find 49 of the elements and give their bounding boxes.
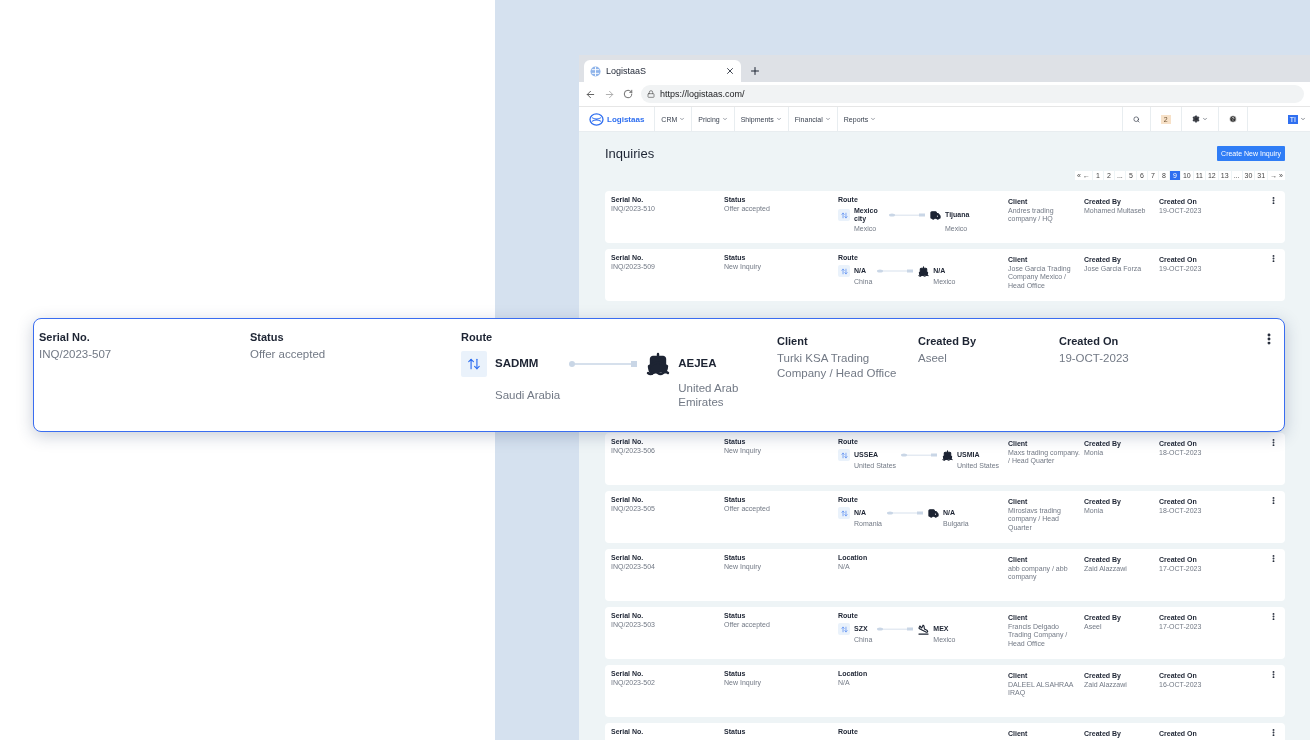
destination-country: United Arab Emirates bbox=[678, 380, 740, 410]
search-icon[interactable] bbox=[1132, 115, 1140, 123]
globe-icon bbox=[590, 65, 601, 77]
truck-icon bbox=[930, 209, 941, 221]
reload-icon[interactable] bbox=[623, 89, 633, 99]
client-name: Turki KSA Trading Company / Head Office bbox=[777, 350, 898, 382]
truck-icon bbox=[928, 507, 939, 519]
field-label: Status bbox=[250, 331, 285, 344]
new-tab-icon[interactable] bbox=[749, 65, 761, 77]
creator-name: Aseel bbox=[918, 350, 948, 366]
destination-code: AEJEA bbox=[678, 356, 718, 371]
highlighted-inquiry-card[interactable]: Serial No. INQ/2023-507 Status Offer accepted Route SADMM AEJEA Saudi Arabia United Arab Emirates Client Turki KSA Trading Company / Head Office Created By Aseel Created On 19-OCT-2023 bbox=[33, 318, 1285, 432]
browser-tab[interactable]: LogistaaS bbox=[584, 60, 741, 82]
lock-icon bbox=[647, 90, 655, 98]
route-connector bbox=[886, 511, 924, 516]
caret-icon bbox=[721, 116, 728, 122]
route-connector bbox=[876, 627, 915, 632]
ship-icon bbox=[942, 449, 954, 461]
help-icon[interactable] bbox=[1228, 115, 1237, 123]
route-connector bbox=[568, 359, 639, 368]
field-label: Client bbox=[777, 335, 809, 348]
origin-code: SADMM bbox=[495, 356, 540, 371]
origin-country: Saudi Arabia bbox=[495, 387, 561, 403]
serial-number: INQ/2023-507 bbox=[39, 346, 113, 362]
route-connector bbox=[876, 269, 915, 274]
tab-title: LogistaaS bbox=[606, 66, 648, 76]
page-title: Inquiries bbox=[605, 146, 655, 161]
created-date: 19-OCT-2023 bbox=[1059, 350, 1130, 366]
field-label: Created On bbox=[1059, 335, 1120, 348]
address-bar[interactable]: https://logistaas.com/ bbox=[641, 85, 1304, 103]
ship-icon bbox=[918, 265, 930, 277]
settings-icon[interactable] bbox=[1191, 115, 1200, 123]
airplane-icon bbox=[918, 623, 930, 635]
route-connector bbox=[888, 213, 926, 218]
swap-icon[interactable] bbox=[461, 350, 487, 377]
caret-icon bbox=[775, 116, 782, 122]
status-value: Offer accepted bbox=[250, 346, 327, 362]
caret-icon bbox=[870, 116, 877, 122]
logo-icon bbox=[589, 112, 604, 126]
caret-icon bbox=[679, 116, 686, 122]
ship-icon bbox=[646, 351, 671, 376]
caret-icon bbox=[824, 116, 831, 122]
route-connector bbox=[900, 453, 939, 458]
field-label: Serial No. bbox=[39, 331, 91, 344]
back-icon[interactable] bbox=[585, 88, 596, 100]
field-label: Created By bbox=[918, 335, 978, 348]
logo-text: Logistaas bbox=[607, 114, 645, 124]
close-icon[interactable] bbox=[725, 66, 735, 76]
field-label: Route bbox=[461, 331, 494, 344]
